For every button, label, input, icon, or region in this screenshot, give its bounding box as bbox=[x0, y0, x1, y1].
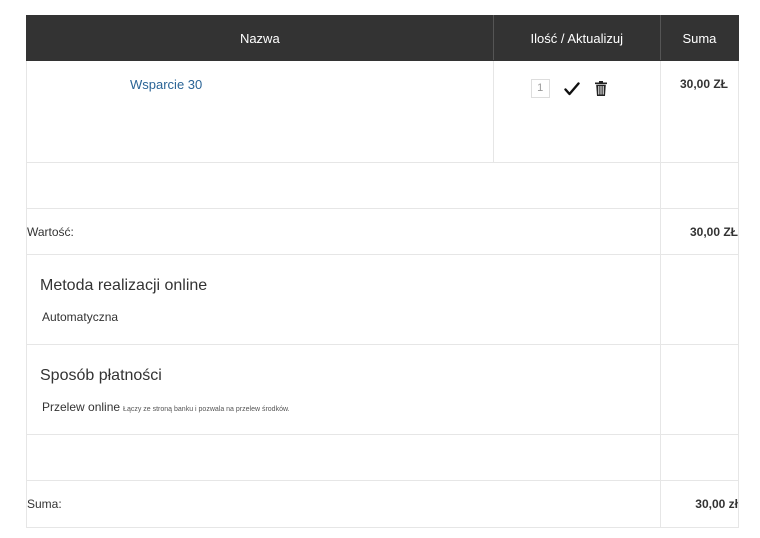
payment-cell: Sposób płatności Przelew online Łączy ze … bbox=[26, 344, 661, 435]
delivery-sum-cell bbox=[659, 254, 740, 345]
payment-option-line: Przelew online Łączy ze stroną banku i po… bbox=[42, 400, 660, 414]
delivery-title: Metoda realizacji online bbox=[40, 277, 208, 294]
product-link[interactable]: Wsparcie 30 bbox=[130, 77, 493, 92]
value-row: Wartość: 30,00 ZŁ bbox=[26, 208, 740, 255]
spacer-row bbox=[26, 434, 740, 481]
total-amount: 30,00 zł bbox=[659, 480, 740, 528]
product-sum-cell: 30,00 ZŁ bbox=[659, 60, 740, 163]
spacer-row bbox=[26, 162, 740, 209]
payment-description: Łączy ze stroną banku i pozwala na przel… bbox=[123, 406, 290, 413]
quantity-input[interactable] bbox=[530, 79, 550, 98]
check-icon[interactable] bbox=[563, 81, 580, 97]
spacer-cell bbox=[26, 434, 661, 481]
product-row: Wsparcie 30 1 30,00 ZŁ bbox=[26, 60, 740, 163]
product-name-cell: Wsparcie 30 bbox=[26, 60, 494, 163]
total-label: Suma: bbox=[26, 480, 661, 528]
spacer-cell bbox=[659, 162, 740, 209]
header-name: Nazwa bbox=[26, 15, 494, 61]
cart-table: Nazwa Ilość / Aktualizuj Suma Wsparcie 3… bbox=[26, 15, 740, 528]
total-row: Suma: 30,00 zł bbox=[26, 480, 740, 528]
spacer-cell bbox=[659, 434, 740, 481]
header-quantity-update: Ilość / Aktualizuj bbox=[492, 15, 661, 61]
product-sum: 30,00 ZŁ bbox=[679, 77, 728, 91]
payment-row: Sposób płatności Przelew online Łączy ze … bbox=[26, 344, 740, 435]
trash-icon[interactable] bbox=[594, 81, 607, 96]
payment-option: Przelew online bbox=[42, 400, 121, 414]
payment-sum-cell bbox=[659, 344, 740, 435]
delivery-row: Metoda realizacji online Automatyczna bbox=[26, 254, 740, 345]
delivery-cell: Metoda realizacji online Automatyczna bbox=[26, 254, 661, 345]
spacer-cell bbox=[26, 162, 661, 209]
product-qty-cell bbox=[492, 60, 661, 163]
value-label: Wartość: bbox=[26, 208, 661, 255]
delivery-option: Automatyczna bbox=[42, 310, 119, 324]
value-amount: 30,00 ZŁ bbox=[659, 208, 740, 255]
header-sum: Suma bbox=[659, 15, 740, 61]
payment-title: Sposób płatności bbox=[40, 367, 162, 384]
cart-header-row: Nazwa Ilość / Aktualizuj Suma bbox=[26, 15, 740, 61]
qty-controls bbox=[530, 79, 660, 98]
